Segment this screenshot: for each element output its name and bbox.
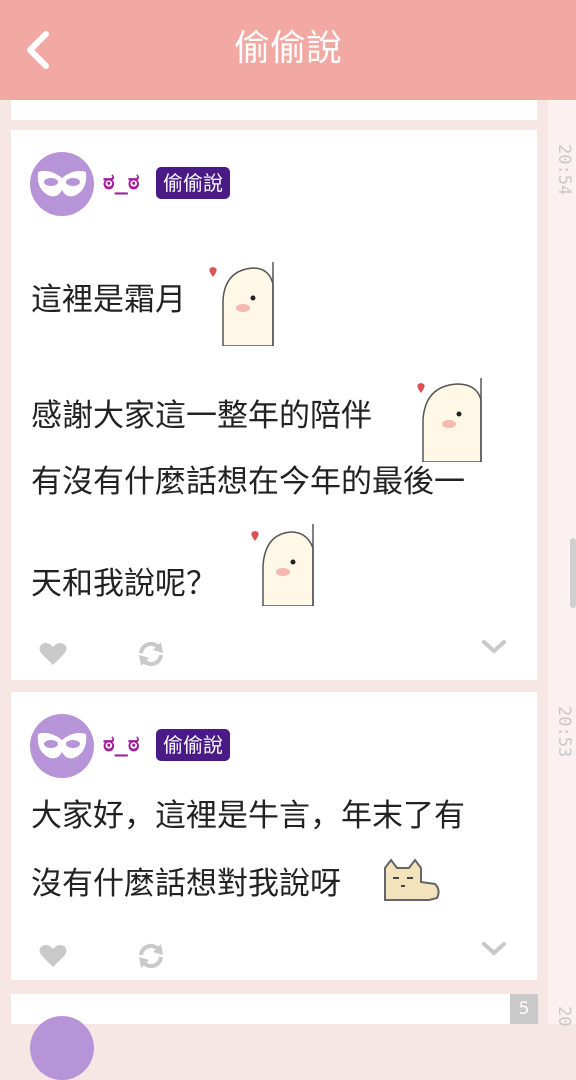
post-text-line: 感謝大家這一整年的陪伴	[31, 398, 372, 434]
post-text-line: 天和我說呢？	[31, 566, 217, 602]
peeking-bun-sticker	[239, 520, 319, 610]
chevron-down-icon[interactable]	[481, 638, 507, 660]
timeline-time: 20:53	[554, 706, 574, 758]
source-badge: 偷偷說	[156, 167, 230, 199]
post-card-next	[11, 994, 537, 1080]
timeline-rail: 20:54 20:53 20	[548, 100, 576, 1027]
timeline-time: 20	[554, 1006, 574, 1027]
pixel-cat-sticker	[379, 856, 443, 908]
avatar[interactable]	[30, 152, 94, 216]
avatar[interactable]	[30, 714, 94, 778]
post-card: ಠ_ಠ 偷偷說 這裡是霜月 感謝大家這一整年的陪伴 有沒有什麼話想在今年的最後一…	[11, 130, 537, 680]
post-text-line: 沒有什麼話想對我說呀	[31, 866, 341, 902]
timeline-time: 20:54	[554, 144, 574, 196]
avatar[interactable]	[30, 1016, 94, 1080]
chevron-down-icon[interactable]	[481, 940, 507, 962]
scrollbar-thumb[interactable]	[570, 538, 576, 608]
mask-icon	[37, 170, 87, 197]
post-card: ಠ_ಠ 偷偷說 大家好，這裡是牛言，年末了有 沒有什麼話想對我說呀	[11, 692, 537, 980]
mask-icon	[37, 732, 87, 759]
page-title: 偷偷說	[233, 28, 342, 69]
post-text-line: 有沒有什麼話想在今年的最後一	[31, 464, 465, 500]
app-header: 偷偷說	[0, 0, 576, 100]
peeking-bun-sticker	[409, 376, 489, 466]
peeking-bun-sticker	[201, 260, 281, 350]
author-name: ಠ_ಠ	[103, 170, 140, 195]
repost-icon[interactable]	[137, 640, 165, 672]
repost-icon[interactable]	[137, 942, 165, 974]
author-name: ಠ_ಠ	[103, 732, 140, 757]
heart-icon[interactable]	[39, 944, 67, 972]
post-card-previous	[11, 100, 537, 120]
heart-icon[interactable]	[39, 642, 67, 670]
post-text-line: 大家好，這裡是牛言，年末了有	[31, 798, 465, 834]
post-text-line: 這裡是霜月	[31, 282, 186, 318]
source-badge: 偷偷說	[156, 729, 230, 761]
page-number-badge[interactable]: 5	[510, 994, 538, 1024]
